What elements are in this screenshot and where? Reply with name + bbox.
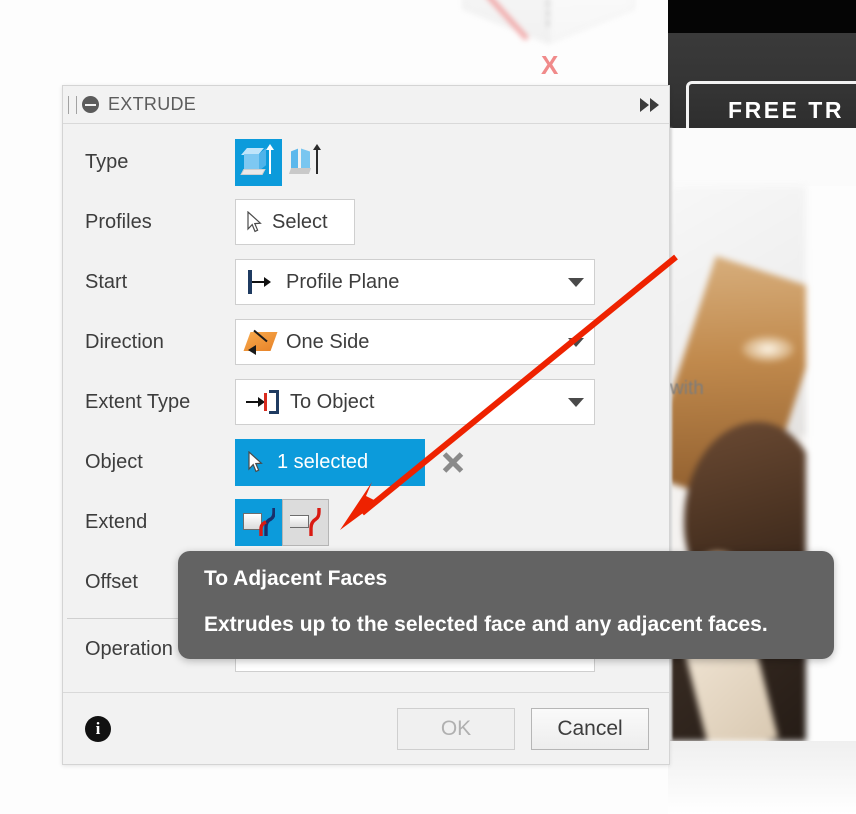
background-text-fragment: with <box>670 378 704 399</box>
dialog-header[interactable]: EXTRUDE <box>63 86 669 124</box>
axis-x-label: X <box>541 50 559 80</box>
cursor-arrow-icon <box>248 451 263 473</box>
profiles-value: Select <box>272 210 328 233</box>
to-selected-face-icon <box>242 507 275 537</box>
direction-dropdown[interactable]: One Side <box>235 319 595 365</box>
object-label: Object <box>85 450 143 473</box>
type-option-thin-extrude[interactable] <box>282 139 329 186</box>
circle-minus-icon[interactable] <box>82 96 99 113</box>
ok-button-label: OK <box>440 716 472 740</box>
extent-type-value: To Object <box>290 390 375 413</box>
profiles-select-button[interactable]: Select <box>235 199 355 245</box>
thin-extrude-icon <box>288 144 323 177</box>
object-selection-chip[interactable]: 1 selected <box>235 438 425 486</box>
extend-option-to-selected-face[interactable] <box>235 498 282 546</box>
free-trial-label: FREE TR <box>728 96 844 123</box>
start-value: Profile Plane <box>286 270 400 293</box>
chevron-down-icon[interactable] <box>568 397 584 407</box>
row-object: Object 1 selected <box>63 432 669 492</box>
tooltip-title: To Adjacent Faces <box>204 567 388 590</box>
row-extend: Extend <box>63 492 669 552</box>
chevron-down-icon[interactable] <box>568 277 584 287</box>
dialog-footer: i OK Cancel <box>63 692 669 764</box>
row-profiles: Profiles Select <box>63 192 669 252</box>
profiles-label: Profiles <box>85 210 152 233</box>
type-label: Type <box>85 150 129 173</box>
extend-option-to-adjacent-faces[interactable] <box>282 498 329 546</box>
row-type: Type <box>63 132 669 192</box>
start-label: Start <box>85 270 128 293</box>
start-dropdown[interactable]: Profile Plane <box>235 259 595 305</box>
background-black-bar <box>668 0 856 33</box>
info-icon[interactable]: i <box>85 715 111 742</box>
direction-label: Direction <box>85 330 164 353</box>
cancel-button[interactable]: Cancel <box>531 707 649 750</box>
drag-grip-icon[interactable] <box>68 95 77 114</box>
close-x-icon[interactable] <box>441 450 465 474</box>
tooltip-body: Extrudes up to the selected face and any… <box>204 613 768 636</box>
background-dark-nav: FREE TR <box>668 33 856 139</box>
dialog-title: EXTRUDE <box>108 94 197 114</box>
background-bottom-fade <box>668 741 856 814</box>
cursor-arrow-icon <box>247 211 262 233</box>
to-object-icon <box>246 389 280 415</box>
solid-extrude-icon <box>239 144 276 177</box>
one-side-direction-icon <box>243 329 278 355</box>
row-start: Start Profile Plane <box>63 252 669 312</box>
direction-value: One Side <box>286 330 370 353</box>
fast-forward-icon[interactable] <box>640 97 659 112</box>
chevron-down-icon[interactable] <box>568 337 584 347</box>
object-value: 1 selected <box>277 450 369 473</box>
tooltip: To Adjacent Faces Extrudes up to the sel… <box>178 551 834 659</box>
extrude-dialog: EXTRUDE Type Profiles Select Start Profi… <box>62 85 670 765</box>
ok-button[interactable]: OK <box>397 707 515 750</box>
profile-plane-icon <box>246 270 276 294</box>
extent-type-label: Extent Type <box>85 390 191 413</box>
row-direction: Direction One Side <box>63 312 669 372</box>
cancel-button-label: Cancel <box>557 716 623 740</box>
extent-type-dropdown[interactable]: To Object <box>235 379 595 425</box>
type-option-solid-extrude[interactable] <box>235 138 282 186</box>
background-white-strip <box>668 128 856 186</box>
to-adjacent-faces-icon <box>289 507 322 537</box>
screenshot-root: FREE TR with X EXTRUDE Type Profiles Sel… <box>0 0 856 814</box>
row-extent-type: Extent Type To Object <box>63 372 669 432</box>
extend-label: Extend <box>85 510 148 533</box>
background-website: FREE TR with <box>668 0 856 814</box>
